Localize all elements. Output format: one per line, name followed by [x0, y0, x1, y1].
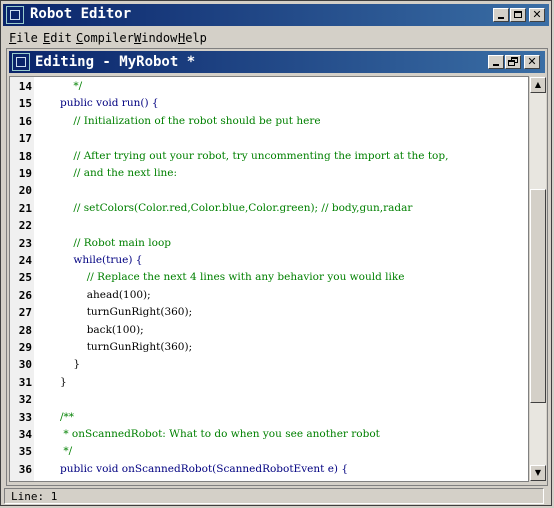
- editor-minimize-button[interactable]: [488, 55, 504, 69]
- vertical-scrollbar[interactable]: ▲ ▼: [530, 77, 546, 481]
- app-icon: [6, 6, 24, 24]
- line-number: 24: [18, 254, 32, 267]
- menu-window-rest: indow: [141, 31, 178, 45]
- menu-compiler-rest: ompiler: [83, 31, 134, 45]
- code-line: */: [60, 445, 73, 458]
- restore-icon-back: [508, 60, 515, 66]
- status-line-indicator: Line: 1: [11, 490, 58, 503]
- code-editor[interactable]: 14 */ 15 public void run() { 16 // Initiali…: [9, 76, 529, 482]
- editor-title: Editing - MyRobot *: [35, 54, 196, 70]
- line-number: 26: [18, 288, 32, 302]
- minimize-button[interactable]: [493, 8, 509, 22]
- menu-compiler[interactable]: Compiler: [76, 31, 134, 45]
- menu-window[interactable]: Window: [134, 31, 177, 45]
- menu-file-rest: ile: [16, 31, 38, 45]
- code-line: }: [60, 375, 67, 388]
- line-number: 18: [18, 149, 32, 163]
- menu-file[interactable]: File: [9, 31, 38, 45]
- code-line: }: [60, 358, 81, 371]
- close-button[interactable]: ✕: [529, 8, 545, 22]
- line-number: 16: [18, 114, 32, 128]
- line-number: 28: [18, 323, 32, 337]
- code-line: turnGunRight(360);: [60, 341, 193, 353]
- scroll-down-button[interactable]: ▼: [530, 465, 546, 481]
- close-icon: ✕: [532, 8, 542, 21]
- line-number: 29: [18, 341, 32, 354]
- editor-child-window: Editing - MyRobot * ✕ 14 */ 15 public void…: [6, 48, 548, 486]
- line-number: 30: [18, 358, 32, 372]
- minimize-icon: [493, 64, 499, 66]
- line-number: 37: [10, 480, 32, 481]
- code-line: // Replace the next line with any behavi…: [60, 480, 375, 481]
- scroll-up-button[interactable]: ▲: [530, 77, 546, 93]
- status-field: Line: 1: [4, 488, 544, 504]
- maximize-icon: [514, 11, 522, 18]
- line-number: 19: [18, 167, 32, 180]
- arrow-down-icon: ▼: [534, 468, 542, 477]
- editor-close-button[interactable]: ✕: [524, 55, 540, 69]
- code-line: // Replace the next 4 lines with any beh…: [60, 271, 405, 284]
- code-line: // Initialization of the robot should be…: [60, 114, 321, 127]
- menu-help[interactable]: Help: [178, 31, 207, 45]
- line-number: 21: [18, 201, 32, 215]
- line-number: 27: [18, 306, 32, 320]
- title-bar[interactable]: Robot Editor ✕: [3, 4, 549, 26]
- line-number: 36: [18, 462, 32, 476]
- menu-help-rest: elp: [185, 31, 207, 45]
- code-line: * onScannedRobot: What to do when you se…: [60, 428, 380, 440]
- line-number: 33: [18, 410, 32, 424]
- line-number: 14: [18, 80, 32, 93]
- menu-edit[interactable]: Edit: [43, 31, 72, 45]
- line-number: 17: [18, 132, 32, 146]
- code-line: // After trying out your robot, try unco…: [60, 149, 449, 162]
- code-line: // and the next line:: [60, 167, 178, 179]
- arrow-up-icon: ▲: [534, 80, 542, 89]
- line-number: 20: [18, 184, 32, 198]
- code-line: turnGunRight(360);: [60, 306, 193, 319]
- code-line: /**: [60, 410, 75, 423]
- menu-edit-rest: dit: [50, 31, 72, 45]
- editor-title-bar[interactable]: Editing - MyRobot * ✕: [9, 51, 545, 73]
- line-number: 22: [18, 219, 32, 233]
- maximize-button[interactable]: [510, 8, 526, 22]
- line-number: 23: [18, 236, 32, 250]
- line-number: 15: [18, 97, 32, 111]
- close-icon: ✕: [527, 55, 537, 68]
- code-line: public void onScannedRobot(ScannedRobotE…: [60, 462, 349, 475]
- code-line: // setColors(Color.red,Color.blue,Color.…: [60, 201, 413, 214]
- scroll-thumb[interactable]: [530, 189, 546, 403]
- code-line: back(100);: [60, 323, 144, 336]
- code-line: */: [60, 80, 83, 92]
- menu-bar: File Edit Compiler Window Help: [3, 28, 549, 47]
- code-line: public void run() {: [60, 97, 159, 110]
- line-number: 32: [18, 393, 32, 407]
- line-number: 34: [18, 428, 32, 441]
- editor-restore-button[interactable]: [505, 55, 521, 69]
- code-line: while(true) {: [60, 254, 143, 266]
- window-title: Robot Editor: [30, 6, 132, 22]
- robot-editor-window: Robot Editor ✕ File Edit Compiler Window…: [0, 0, 552, 506]
- status-bar: Line: 1: [4, 488, 550, 505]
- code-line: // Robot main loop: [60, 236, 171, 249]
- line-number: 35: [18, 445, 32, 459]
- editor-icon: [12, 53, 30, 71]
- line-number: 25: [18, 271, 32, 285]
- minimize-icon: [498, 17, 504, 19]
- line-number: 31: [18, 375, 32, 389]
- code-line: ahead(100);: [60, 288, 151, 301]
